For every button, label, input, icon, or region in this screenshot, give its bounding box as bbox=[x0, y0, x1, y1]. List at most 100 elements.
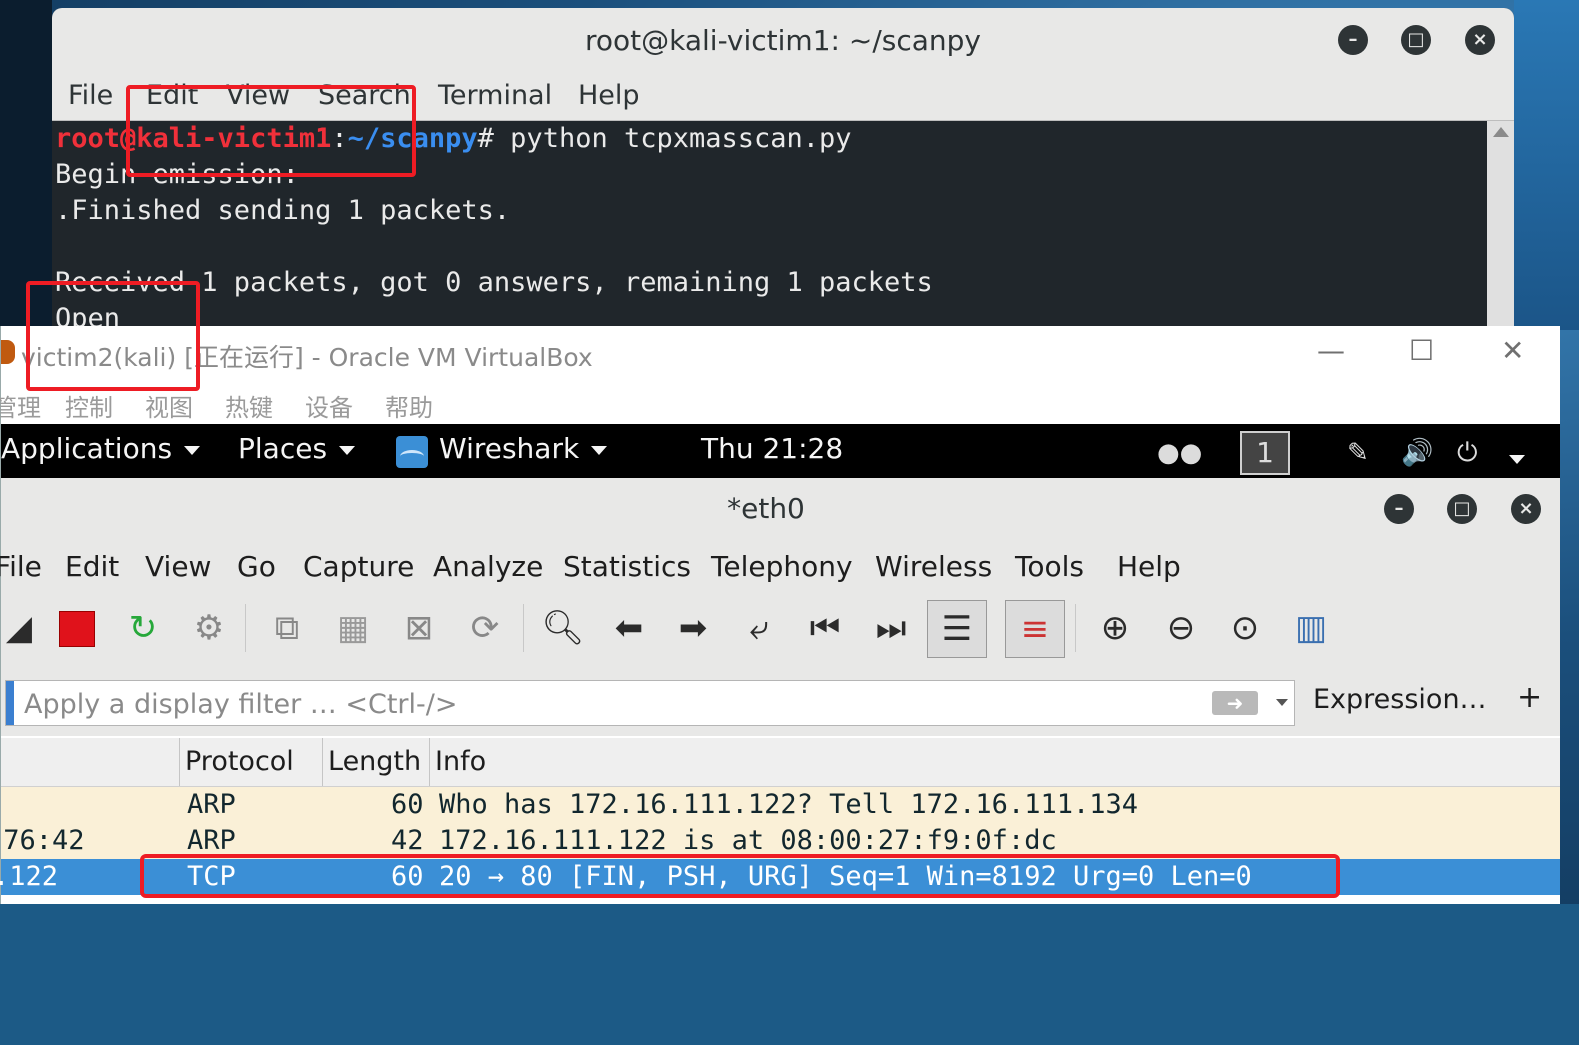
close-icon[interactable]: × bbox=[1465, 25, 1495, 55]
table-row[interactable]: ARP 60 Who has 172.16.111.122? Tell 172.… bbox=[1, 787, 1560, 823]
system-menu-chevron-icon[interactable] bbox=[1509, 444, 1525, 474]
packet-list-header: Protocol Length Info bbox=[1, 738, 1560, 787]
row-length: 42 bbox=[391, 825, 424, 856]
row-length: 60 bbox=[391, 789, 424, 820]
column-divider[interactable] bbox=[429, 738, 430, 786]
ws-menu-tools[interactable]: Tools bbox=[1015, 550, 1084, 583]
zoom-out-icon[interactable]: ⊖ bbox=[1153, 600, 1209, 656]
last-packet-icon[interactable]: ⏭ bbox=[863, 600, 919, 656]
wireshark-title: *eth0 bbox=[727, 492, 805, 525]
ws-menu-analyze[interactable]: Analyze bbox=[433, 550, 543, 583]
workspace-indicator[interactable]: 1 bbox=[1240, 431, 1290, 475]
column-info[interactable]: Info bbox=[435, 746, 486, 777]
filter-dropdown-chevron-icon[interactable] bbox=[1276, 699, 1288, 706]
applications-menu[interactable]: Applications bbox=[1, 432, 201, 465]
vbox-minimize-icon[interactable]: — bbox=[1317, 334, 1345, 367]
go-back-arrow-icon[interactable]: ⬅ bbox=[601, 600, 657, 656]
capture-options-gear-icon[interactable]: ⚙ bbox=[181, 600, 237, 656]
terminal-title: root@kali-victim1: ~/scanpy bbox=[585, 24, 981, 57]
power-icon[interactable]: ⏻ bbox=[1457, 438, 1478, 469]
apply-filter-arrow-icon[interactable]: ➜ bbox=[1212, 691, 1258, 715]
clock[interactable]: Thu 21:28 bbox=[701, 432, 843, 465]
display-filter-bar: ➜ Expression… + bbox=[1, 670, 1560, 736]
row-address: .122 bbox=[0, 861, 59, 892]
ws-menu-go[interactable]: Go bbox=[237, 550, 276, 583]
highlight-box-open bbox=[26, 281, 200, 391]
bookmark-filter-icon[interactable] bbox=[6, 681, 14, 725]
row-info: 172.16.111.122 is at 08:00:27:f9:0f:dc bbox=[439, 825, 1057, 856]
scroll-up-icon[interactable] bbox=[1493, 127, 1509, 137]
minimize-icon[interactable]: – bbox=[1338, 25, 1368, 55]
wireshark-app-menu[interactable]: Wireshark bbox=[439, 432, 608, 465]
row-protocol: ARP bbox=[187, 789, 236, 820]
reload-file-icon[interactable]: ⟳ bbox=[457, 600, 513, 656]
ws-menu-file[interactable]: File bbox=[0, 550, 42, 583]
ws-menu-help[interactable]: Help bbox=[1117, 550, 1181, 583]
ws-close-icon[interactable]: × bbox=[1511, 494, 1541, 524]
chevron-down-icon bbox=[591, 445, 608, 455]
chevron-down-icon bbox=[184, 445, 201, 455]
highlight-box-hostname bbox=[126, 85, 416, 177]
save-file-icon[interactable]: ▦ bbox=[325, 600, 381, 656]
zoom-in-icon[interactable]: ⊕ bbox=[1087, 600, 1143, 656]
close-file-icon[interactable]: ⊠ bbox=[391, 600, 447, 656]
wireshark-menubar: File Edit View Go Capture Analyze Statis… bbox=[0, 540, 1560, 594]
places-menu[interactable]: Places bbox=[238, 432, 356, 465]
ws-menu-statistics[interactable]: Statistics bbox=[563, 550, 691, 583]
row-address: :76:42 bbox=[0, 825, 85, 856]
ws-menu-telephony[interactable]: Telephony bbox=[711, 550, 853, 583]
vbox-maximize-icon[interactable]: ☐ bbox=[1409, 334, 1434, 367]
column-divider[interactable] bbox=[322, 738, 323, 786]
find-packet-search-icon[interactable]: 🔍︎ bbox=[535, 600, 591, 656]
column-divider[interactable] bbox=[179, 738, 180, 786]
restart-capture-icon[interactable]: ↻ bbox=[115, 600, 171, 656]
column-protocol[interactable]: Protocol bbox=[185, 746, 294, 777]
ws-menu-capture[interactable]: Capture bbox=[303, 550, 414, 583]
terminal-scrollbar[interactable] bbox=[1487, 121, 1514, 338]
terminal-menu-file[interactable]: File bbox=[68, 80, 113, 111]
prompt-command: python tcpxmasscan.py bbox=[493, 123, 852, 154]
prompt-hash: # bbox=[477, 123, 494, 154]
vbox-menu-help[interactable]: 帮助 bbox=[385, 388, 433, 423]
expression-button[interactable]: Expression… bbox=[1313, 684, 1487, 715]
zoom-reset-icon[interactable]: ⊙ bbox=[1217, 600, 1273, 656]
ws-minimize-icon[interactable]: – bbox=[1384, 494, 1414, 524]
vbox-close-icon[interactable]: ✕ bbox=[1501, 334, 1524, 367]
wireshark-icon bbox=[396, 436, 428, 468]
ws-menu-view[interactable]: View bbox=[145, 550, 211, 583]
toolbar-separator bbox=[523, 604, 524, 652]
display-filter-box: ➜ bbox=[5, 680, 1295, 727]
ws-menu-wireless[interactable]: Wireless bbox=[875, 550, 992, 583]
resize-columns-icon[interactable]: ▥ bbox=[1283, 600, 1339, 656]
terminal-menu-help[interactable]: Help bbox=[578, 80, 640, 111]
first-packet-icon[interactable]: ⏮ bbox=[797, 600, 853, 656]
wireshark-titlebar: *eth0 – □ × bbox=[1, 478, 1560, 540]
shark-fin-start-icon[interactable]: ◢ bbox=[0, 600, 47, 656]
terminal-menu-terminal[interactable]: Terminal bbox=[438, 80, 552, 111]
highlight-box-tcp-row bbox=[140, 854, 1340, 898]
places-label: Places bbox=[238, 432, 328, 465]
go-forward-arrow-icon[interactable]: ➡ bbox=[665, 600, 721, 656]
people-icon[interactable]: ●● bbox=[1157, 438, 1202, 468]
virtualbox-menubar: 管理 控制 视图 热键 设备 帮助 bbox=[0, 378, 1560, 424]
display-filter-input[interactable] bbox=[22, 681, 1206, 727]
vbox-menu-hotkeys[interactable]: 热键 bbox=[225, 388, 273, 423]
ws-maximize-icon[interactable]: □ bbox=[1447, 494, 1477, 524]
stop-capture-icon[interactable] bbox=[49, 600, 105, 656]
pen-icon[interactable]: ✎ bbox=[1347, 438, 1369, 468]
add-filter-button[interactable]: + bbox=[1517, 680, 1542, 715]
vbox-menu-devices[interactable]: 设备 bbox=[305, 388, 353, 423]
row-info: Who has 172.16.111.122? Tell 172.16.111.… bbox=[439, 789, 1138, 820]
autoscroll-icon[interactable]: ☰ bbox=[927, 600, 987, 658]
ws-menu-edit[interactable]: Edit bbox=[65, 550, 119, 583]
column-length[interactable]: Length bbox=[328, 746, 421, 777]
open-file-icon[interactable]: ⧉ bbox=[259, 600, 315, 656]
maximize-icon[interactable]: □ bbox=[1401, 25, 1431, 55]
colorize-icon[interactable]: ≡ bbox=[1005, 600, 1065, 658]
vbox-menu-view[interactable]: 视图 bbox=[145, 388, 193, 423]
volume-icon[interactable]: 🔊 bbox=[1401, 438, 1433, 468]
vbox-menu-manage[interactable]: 管理 bbox=[0, 388, 41, 423]
vbox-menu-control[interactable]: 控制 bbox=[65, 388, 113, 423]
virtualbox-app-icon bbox=[1, 340, 15, 364]
go-to-packet-icon[interactable]: ⤶ bbox=[731, 600, 787, 656]
